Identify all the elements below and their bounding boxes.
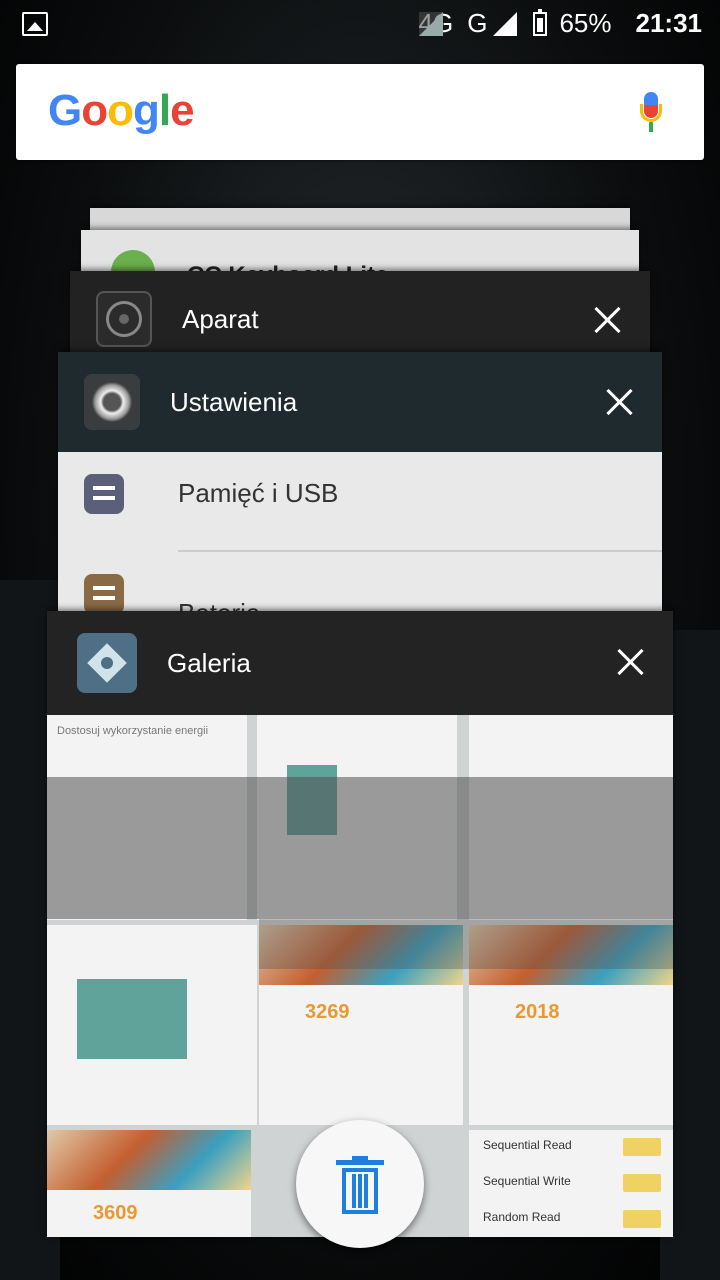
network-g-label: G <box>467 8 488 38</box>
card-title: Ustawienia <box>170 386 298 417</box>
benchmark-score: 3609 <box>93 1202 138 1224</box>
close-icon[interactable] <box>604 387 634 417</box>
close-icon[interactable] <box>615 647 645 677</box>
gallery-app-icon <box>77 633 137 693</box>
signal-icon-2 <box>493 11 518 36</box>
clock: 21:31 <box>635 8 703 38</box>
settings-label: Pamięć i USB <box>178 478 339 508</box>
trash-icon <box>336 1156 384 1216</box>
card-title: Galeria <box>167 647 251 678</box>
microphone-icon[interactable] <box>640 92 662 134</box>
camera-app-icon <box>96 291 152 347</box>
close-icon[interactable] <box>592 305 622 335</box>
benchmark-score: 2018 <box>515 1001 560 1023</box>
seq-write-label: Sequential Write <box>483 1174 571 1188</box>
image-notification-icon <box>22 12 48 36</box>
settings-app-icon <box>84 374 140 430</box>
battery-settings-icon <box>84 574 124 612</box>
settings-row-storage: Pamięć i USB <box>58 452 662 552</box>
signal-icon <box>418 11 443 36</box>
google-search-bar[interactable]: Google <box>16 64 704 160</box>
battery-level: 65% <box>559 8 612 38</box>
storage-icon <box>84 474 124 514</box>
settings-preview: Pamięć i USB Bateria <box>58 452 662 612</box>
recent-app-card-ustawienia[interactable]: Ustawienia Pamięć i USB Bateria <box>58 352 662 612</box>
card-title: Aparat <box>182 303 259 334</box>
settings-label: Bateria <box>178 598 260 612</box>
seq-read-label: Sequential Read <box>483 1138 572 1152</box>
random-read-label: Random Read <box>483 1210 561 1224</box>
benchmark-score: 3269 <box>305 1001 350 1023</box>
status-bar: 4G G 65% 21:31 <box>0 0 720 52</box>
google-logo: Google <box>48 86 195 135</box>
settings-row-battery: Bateria <box>58 552 662 612</box>
clear-all-button[interactable] <box>296 1120 424 1248</box>
battery-icon <box>533 8 548 36</box>
